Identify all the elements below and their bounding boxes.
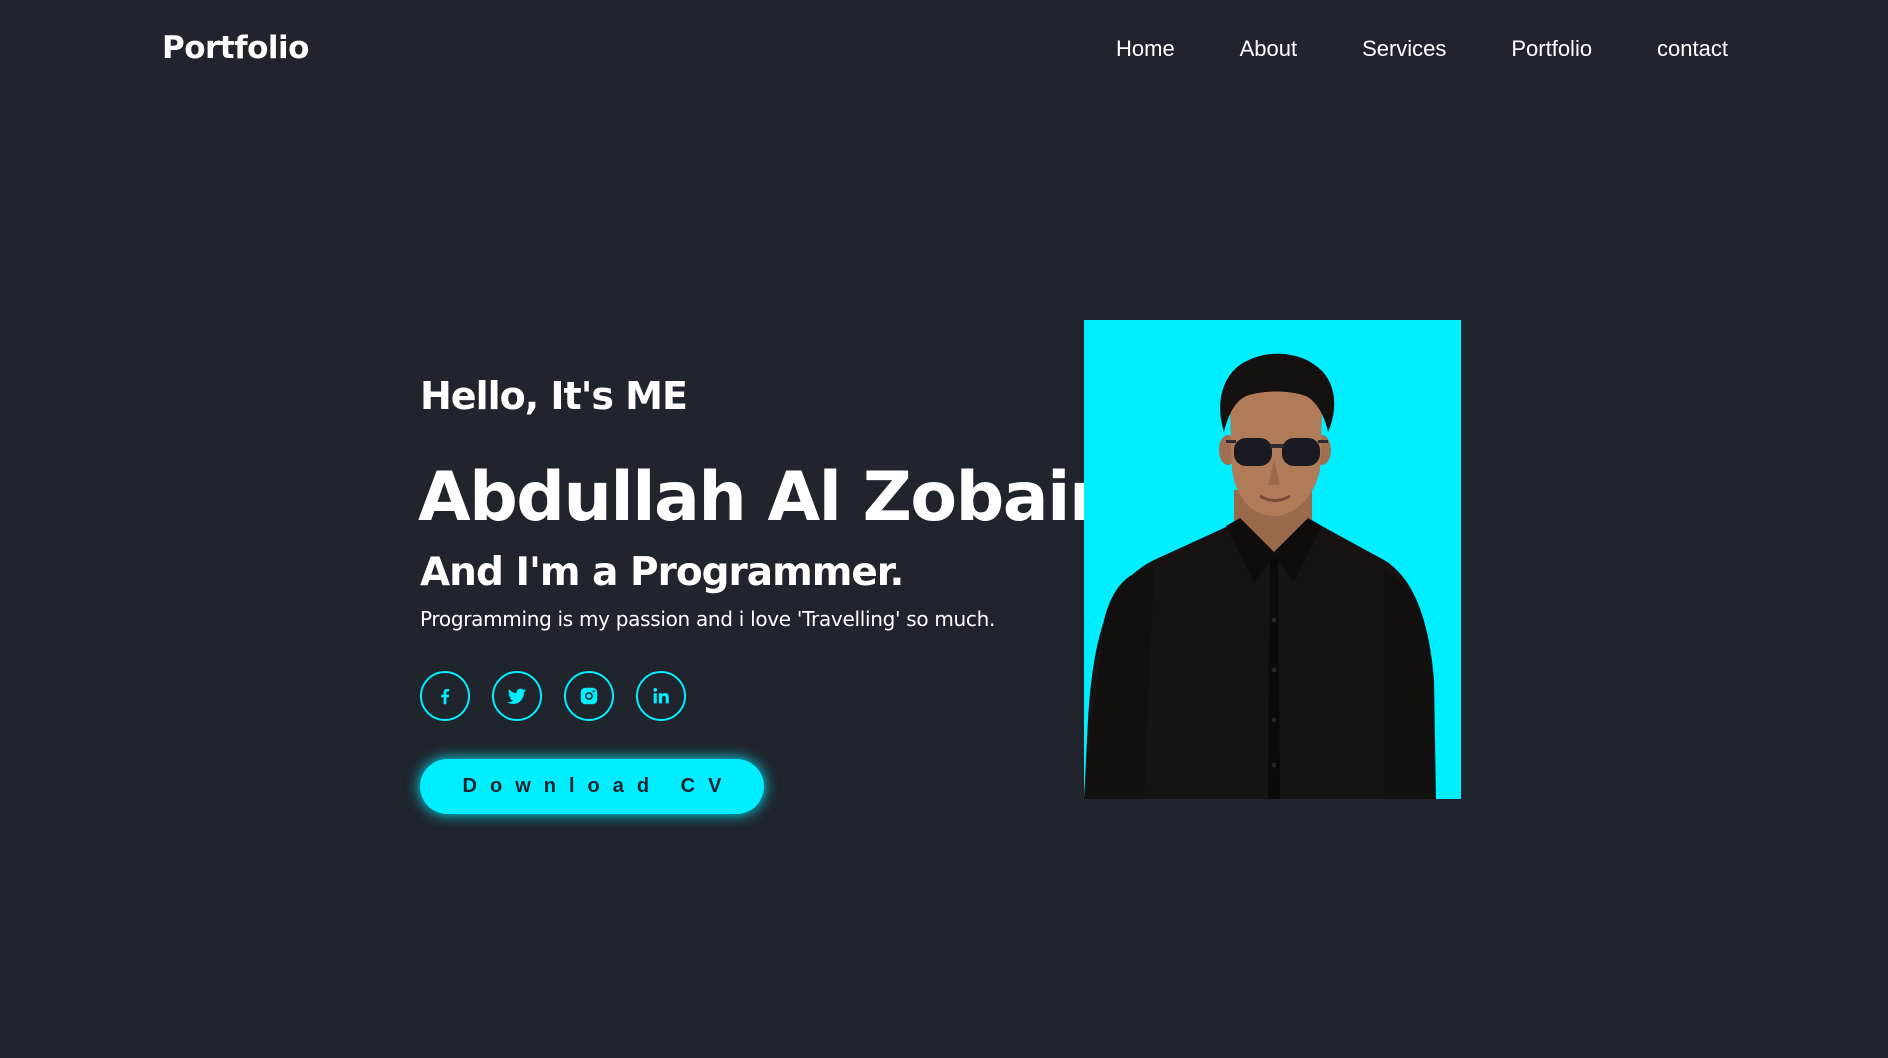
nav-item-portfolio[interactable]: Portfolio — [1511, 35, 1592, 63]
hero-role: And I'm a Programmer. — [420, 550, 904, 595]
nav-item-home[interactable]: Home — [1116, 35, 1175, 63]
facebook-icon — [441, 688, 450, 705]
hero-tagline: Programming is my passion and i love 'Tr… — [420, 607, 996, 631]
main-nav: Home About Services Portfolio contact — [1116, 34, 1728, 64]
facebook-link[interactable] — [420, 671, 470, 721]
nav-item-services[interactable]: Services — [1362, 35, 1446, 63]
twitter-link[interactable] — [492, 671, 542, 721]
instagram-link[interactable] — [564, 671, 614, 721]
portfolio-page: Portfolio Home About Services Portfolio … — [0, 0, 1888, 1058]
linkedin-icon — [653, 688, 669, 704]
instagram-icon — [580, 687, 598, 705]
hero-name: Abdullah Al Zobair — [418, 458, 1103, 537]
linkedin-link[interactable] — [636, 671, 686, 721]
hero-greeting: Hello, It's ME — [420, 374, 688, 418]
download-cv-button[interactable]: Download CV — [420, 759, 764, 814]
site-logo[interactable]: Portfolio — [162, 28, 309, 68]
profile-photo — [1084, 320, 1461, 799]
nav-item-contact[interactable]: contact — [1657, 35, 1728, 63]
twitter-icon — [507, 688, 527, 704]
social-links — [420, 671, 686, 721]
profile-portrait-illustration — [1084, 353, 1436, 799]
nav-item-about[interactable]: About — [1240, 35, 1298, 63]
